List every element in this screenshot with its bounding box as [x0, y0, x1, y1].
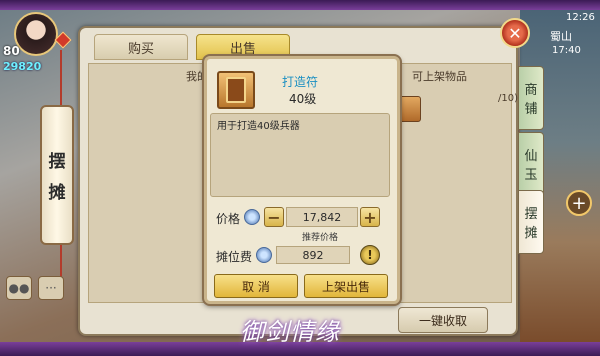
price-label: 价格 — [216, 212, 241, 226]
silver-coin-icon — [244, 209, 260, 225]
fee-coin-icon — [256, 247, 272, 263]
tab-stall-char-1: 摆 — [524, 207, 538, 222]
tab-buy[interactable]: 购买 — [94, 34, 188, 60]
tab-stall[interactable]: 摆 摊 — [518, 190, 544, 254]
stall-side-tab-char-2: 摊 — [48, 183, 66, 203]
tab-shop-char-1: 商 — [524, 83, 538, 98]
stall-fee-label: 摊位费 — [216, 250, 253, 264]
game-clock: 17:40 — [552, 45, 581, 56]
chat-icon[interactable]: ··· — [38, 276, 64, 300]
player-avatar[interactable] — [14, 12, 58, 56]
cancel-button[interactable]: 取 消 — [214, 274, 298, 298]
item-name: 打造符 — [282, 75, 319, 89]
price-decrease-button[interactable]: − — [264, 207, 284, 227]
suggested-price-label: 推荐价格 — [302, 233, 339, 243]
item-level: 40级 — [289, 92, 317, 106]
info-icon[interactable]: ! — [360, 245, 380, 265]
status-time: 12:26 — [566, 12, 595, 23]
stall-fee-value: 892 — [276, 246, 350, 264]
close-icon[interactable]: ✕ — [500, 18, 530, 48]
stall-capacity: /10) — [498, 93, 518, 104]
friends-icon[interactable]: ●● — [6, 276, 32, 300]
tab-stall-char-2: 摊 — [524, 226, 538, 241]
tab-jade[interactable]: 仙 玉 — [518, 132, 544, 196]
tab-jade-char-2: 玉 — [524, 168, 538, 183]
item-description: 用于打造40级兵器 — [217, 121, 300, 132]
sellable-items-header: 可上架物品 — [412, 70, 467, 83]
player-level: 80 — [3, 44, 20, 58]
tab-shop[interactable]: 商 铺 — [518, 66, 544, 130]
price-input[interactable]: 17,842 — [286, 207, 358, 227]
stall-side-tab[interactable]: 摆 摊 — [40, 105, 74, 245]
top-frame — [0, 0, 600, 10]
player-power: 29820 — [3, 60, 42, 73]
item-scroll-icon — [217, 71, 255, 109]
collect-all-button[interactable]: 一键收取 — [398, 307, 488, 333]
map-location: 蜀山 — [550, 30, 572, 43]
list-for-sale-button[interactable]: 上架出售 — [304, 274, 388, 298]
plus-icon[interactable]: + — [566, 190, 592, 216]
tab-jade-char-1: 仙 — [524, 149, 538, 164]
game-logo: 御剑情缘 — [240, 318, 340, 346]
price-increase-button[interactable]: + — [360, 207, 380, 227]
tab-shop-char-2: 铺 — [524, 102, 538, 117]
stall-side-tab-char-1: 摆 — [48, 152, 66, 172]
